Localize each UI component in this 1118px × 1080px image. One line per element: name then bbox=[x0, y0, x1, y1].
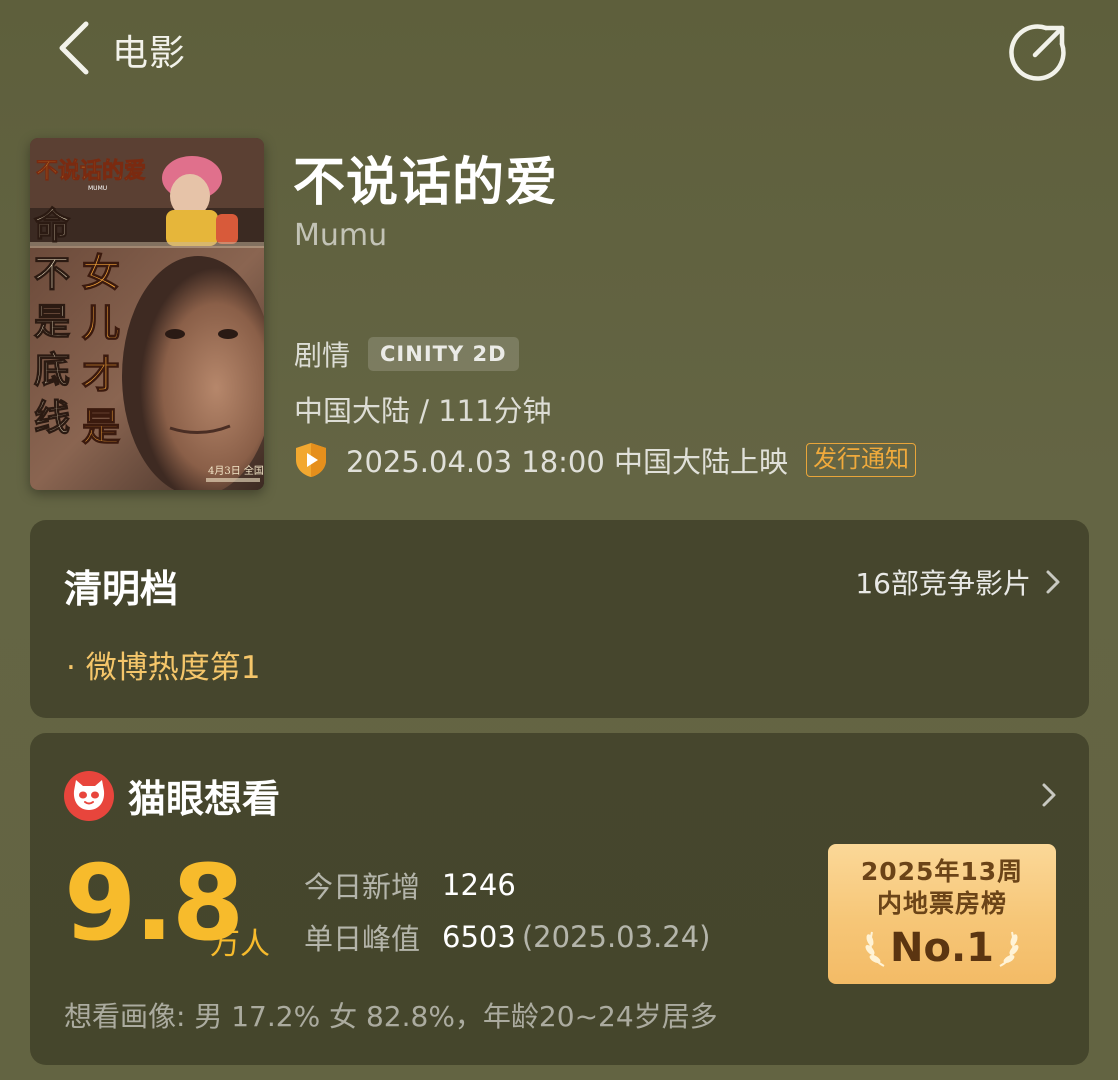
page-title: 电影 bbox=[112, 33, 187, 74]
laurel-left-icon bbox=[865, 931, 885, 967]
competitors-link[interactable]: 16部竞争影片 bbox=[855, 562, 1061, 602]
rank-number-text: No.1 bbox=[890, 925, 994, 971]
daily-peak-row: 单日峰值 6503 (2025.03.24) bbox=[304, 917, 711, 957]
release-date: 2025.04.03 18:00 中国大陆上映 bbox=[346, 445, 789, 479]
movie-poster[interactable]: 不说话的爱 MUMU 命 不 是 底 线 女 儿 才 是 4月3日 全国上映 bbox=[30, 138, 264, 490]
today-new-value: 1246 bbox=[442, 868, 516, 902]
chevron-right-icon[interactable] bbox=[1041, 782, 1057, 808]
movie-title: 不说话的爱 bbox=[293, 153, 559, 213]
genre-label: 剧情 bbox=[294, 339, 351, 372]
svg-text:MUMU: MUMU bbox=[88, 185, 107, 192]
maoyan-cat-icon bbox=[64, 770, 114, 821]
svg-text:4月3日 全国上映: 4月3日 全国上映 bbox=[208, 464, 264, 477]
svg-text:女: 女 bbox=[82, 250, 120, 295]
competitors-count: 16部竞争影片 bbox=[855, 567, 1031, 600]
share-icon bbox=[1009, 24, 1066, 81]
rank-chart-name: 内地票房榜 bbox=[876, 889, 1007, 918]
release-period-card: 清明档 16部竞争影片 · 微博热度第1 bbox=[30, 520, 1089, 718]
release-row: 2025.04.03 18:00 中国大陆上映 发行通知 bbox=[294, 440, 917, 480]
daily-peak-date: (2025.03.24) bbox=[521, 920, 711, 954]
maoyan-title: 猫眼想看 bbox=[128, 777, 281, 821]
maoyan-header[interactable]: 猫眼想看 bbox=[64, 768, 280, 823]
rank-week: 2025年13周 bbox=[860, 857, 1024, 886]
want-total-unit: 万人 bbox=[210, 927, 270, 962]
poster-image: 不说话的爱 MUMU 命 不 是 底 线 女 儿 才 是 4月3日 全国上映 bbox=[30, 138, 264, 490]
svg-text:才: 才 bbox=[82, 352, 120, 397]
region-duration: 中国大陆 / 111分钟 bbox=[294, 394, 552, 428]
top-bar: 电影 bbox=[0, 0, 1118, 100]
format-tag: CINITY 2D bbox=[368, 337, 519, 371]
svg-text:命: 命 bbox=[34, 205, 70, 247]
svg-text:线: 线 bbox=[34, 397, 70, 439]
period-title: 清明档 bbox=[64, 567, 179, 611]
chevron-left-icon bbox=[59, 21, 89, 75]
audience-portrait: 想看画像: 男 17.2% 女 82.8%，年龄20~24岁居多 bbox=[64, 1000, 718, 1033]
movie-english-title: Mumu bbox=[294, 218, 388, 253]
back-button[interactable] bbox=[52, 18, 102, 78]
laurel-right-icon bbox=[999, 931, 1019, 967]
share-button[interactable] bbox=[1008, 20, 1070, 82]
svg-text:是: 是 bbox=[82, 404, 120, 449]
svg-text:是: 是 bbox=[34, 301, 70, 343]
svg-text:不说话的爱: 不说话的爱 bbox=[36, 158, 146, 184]
weibo-hot-rank: · 微博热度第1 bbox=[66, 650, 261, 686]
maoyan-want-card: 猫眼想看 9.8 万人 今日新增 1246 单日峰值 6503 (2025.03… bbox=[30, 733, 1089, 1065]
release-notice-button[interactable]: 发行通知 bbox=[806, 443, 917, 477]
today-new-row: 今日新增 1246 bbox=[304, 865, 516, 905]
shield-play-icon bbox=[296, 443, 326, 477]
daily-peak-label: 单日峰值 bbox=[304, 922, 421, 956]
svg-text:儿: 儿 bbox=[82, 300, 120, 345]
box-office-rank-badge[interactable]: 2025年13周 内地票房榜 No.1 bbox=[828, 844, 1056, 984]
svg-text:不: 不 bbox=[34, 253, 70, 295]
rank-number: No.1 bbox=[828, 926, 1056, 970]
chevron-right-icon bbox=[1046, 570, 1060, 594]
today-new-label: 今日新增 bbox=[304, 870, 421, 904]
daily-peak-value: 6503 bbox=[442, 920, 516, 954]
svg-text:底: 底 bbox=[34, 349, 70, 391]
genre-row: 剧情 CINITY 2D bbox=[294, 336, 519, 372]
